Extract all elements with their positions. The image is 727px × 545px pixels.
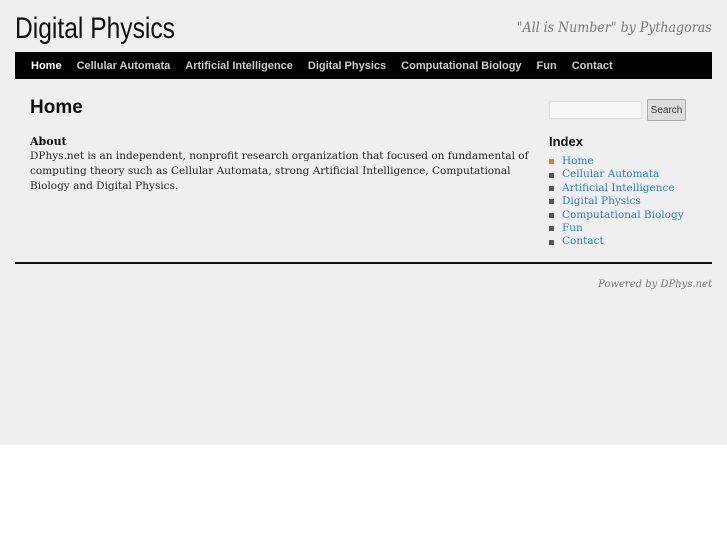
list-item: Contact: [549, 235, 684, 248]
nav-cellular-automata[interactable]: Cellular Automata: [77, 60, 171, 72]
about-text: DPhys.net is an independent, nonprofit r…: [30, 150, 529, 192]
site-tagline: "All is Number" by Pythagoras: [516, 20, 712, 36]
index-link-digital-physics[interactable]: Digital Physics: [562, 195, 641, 208]
index-link-artificial-intelligence[interactable]: Artificial Intelligence: [562, 182, 675, 195]
list-item: Cellular Automata: [549, 168, 684, 181]
about-heading: About: [30, 135, 67, 148]
list-item: Home: [549, 155, 684, 168]
search-button[interactable]: Search: [647, 99, 686, 121]
list-item: Artificial Intelligence: [549, 182, 684, 195]
main-nav: Home Cellular Automata Artificial Intell…: [15, 52, 712, 79]
index-heading: Index: [549, 134, 583, 149]
bullet-icon: [549, 239, 554, 245]
index-link-fun[interactable]: Fun: [562, 222, 583, 235]
nav-contact[interactable]: Contact: [572, 60, 613, 72]
nav-digital-physics[interactable]: Digital Physics: [308, 60, 386, 72]
index-link-contact[interactable]: Contact: [562, 235, 604, 248]
site-title[interactable]: Digital Physics: [15, 12, 175, 46]
index-list: Home Cellular Automata Artificial Intell…: [549, 155, 684, 249]
nav-computational-biology[interactable]: Computational Biology: [401, 60, 521, 72]
footer-divider: [15, 262, 712, 264]
index-link-cellular-automata[interactable]: Cellular Automata: [562, 168, 659, 181]
bullet-icon: [549, 199, 554, 205]
index-link-computational-biology[interactable]: Computational Biology: [562, 209, 684, 222]
powered-by[interactable]: Powered by DPhys.net: [598, 279, 712, 290]
page-title: Home: [30, 97, 83, 118]
nav-home[interactable]: Home: [31, 60, 62, 72]
page: Digital Physics "All is Number" by Pytha…: [0, 0, 727, 445]
index-link-home[interactable]: Home: [562, 155, 594, 168]
nav-artificial-intelligence[interactable]: Artificial Intelligence: [185, 60, 293, 72]
bullet-icon: [549, 186, 554, 192]
list-item: Digital Physics: [549, 195, 684, 208]
list-item: Computational Biology: [549, 209, 684, 222]
bullet-icon: [549, 226, 554, 232]
list-item: Fun: [549, 222, 684, 235]
bullet-icon: [549, 159, 554, 165]
nav-fun[interactable]: Fun: [537, 60, 557, 72]
bullet-icon: [549, 172, 554, 178]
search-input[interactable]: [549, 101, 642, 119]
bullet-icon: [549, 212, 554, 218]
